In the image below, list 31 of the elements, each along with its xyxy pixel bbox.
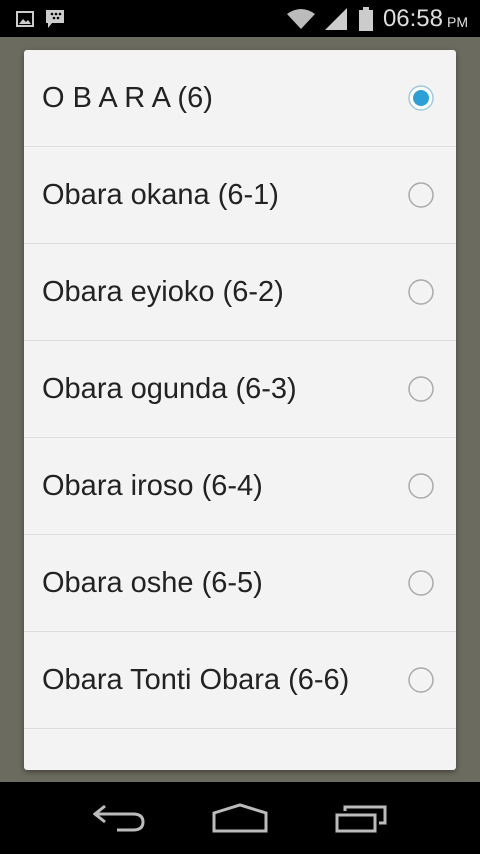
image-icon [16, 10, 34, 26]
wifi-icon [286, 8, 315, 28]
radio-button[interactable] [408, 85, 434, 111]
clock-time: 06:58 [382, 4, 443, 32]
radio-button[interactable] [408, 279, 434, 305]
battery-icon [358, 6, 373, 30]
radio-button[interactable] [408, 376, 434, 402]
home-icon[interactable] [212, 803, 268, 833]
option-label: Obara iroso (6-4) [42, 470, 263, 502]
option-label: Obara ogunda (6-3) [42, 372, 297, 406]
option-row[interactable]: Obara iroso (6-4) [24, 438, 456, 535]
radio-button[interactable] [408, 473, 434, 499]
signal-icon [324, 8, 349, 30]
option-label: Obara oshe (6-5) [42, 566, 263, 600]
option-row[interactable]: Obara okana (6-1) [24, 147, 456, 244]
option-row[interactable]: Obara ogunda (6-3) [24, 341, 456, 438]
chat-icon [44, 8, 66, 30]
option-label: O B A R A (6) [42, 82, 213, 114]
radio-button[interactable] [408, 182, 434, 208]
option-label: Obara Tonti Obara (6-6) [42, 664, 350, 696]
clock-period: PM [447, 14, 468, 30]
option-label: Obara okana (6-1) [42, 178, 279, 212]
radio-button[interactable] [408, 570, 434, 596]
option-row[interactable]: Obara oshe (6-5) [24, 535, 456, 632]
option-row[interactable]: Obara Tonti Obara (6-6) [24, 632, 456, 729]
recent-apps-icon[interactable] [334, 803, 387, 833]
back-icon[interactable] [93, 804, 146, 832]
option-label: Obara eyioko (6-2) [42, 276, 284, 308]
radio-button[interactable] [408, 667, 434, 693]
option-row[interactable]: Obara eyioko (6-2) [24, 244, 456, 341]
option-row[interactable]: O B A R A (6) [24, 50, 456, 147]
